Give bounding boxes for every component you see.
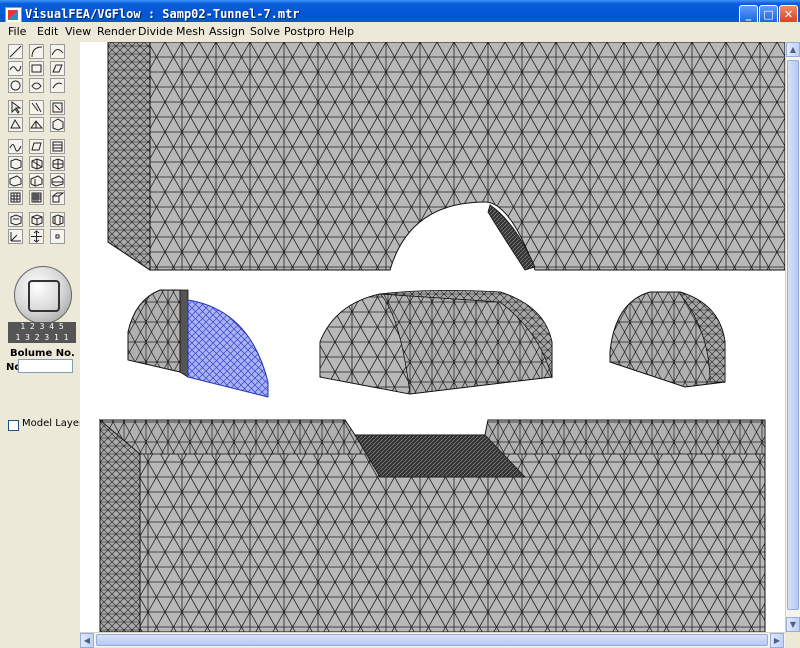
menu-render[interactable]: Render [97,25,136,38]
ruler-scale-bottom: 1 3 2 3 1 1 [8,333,76,343]
arc-icon[interactable] [29,44,44,59]
grid-dense-icon[interactable] [29,190,44,205]
view-cube-icon [28,280,60,312]
spline-icon[interactable] [8,61,23,76]
cube-grid-icon[interactable] [50,156,65,171]
menu-postpro[interactable]: Postpro [284,25,325,38]
volume-number-input[interactable] [18,359,73,373]
scroll-left-icon[interactable]: ◀ [80,633,94,648]
mesh-solid-icon[interactable] [29,212,44,227]
axis-icon[interactable] [8,229,23,244]
select-edge-icon[interactable] [29,100,44,115]
app-window: VisualFEA/VGFlow : Samp02-Tunnel-7.mtr _… [0,0,800,648]
volume-number-label: Bolume No. [10,348,75,359]
lower-block-mesh[interactable] [98,418,766,632]
menu-help[interactable]: Help [329,25,354,38]
select-face-icon[interactable] [50,100,65,115]
menu-edit[interactable]: Edit [37,25,58,38]
menu-file[interactable]: File [8,25,26,38]
point-icon[interactable] [50,229,65,244]
rotation-dial[interactable] [14,266,72,324]
scroll-right-icon[interactable]: ▶ [770,633,784,648]
menu-mesh[interactable]: Mesh [176,25,205,38]
menu-assign[interactable]: Assign [209,25,245,38]
curve-icon[interactable] [50,44,65,59]
torus-icon[interactable] [29,78,44,93]
mesh-scene [98,42,785,632]
shell-icon[interactable] [29,139,44,154]
tool-palette: 1 2 3 4 5 1 3 2 3 1 1 Bolume No. No Mode… [4,42,83,632]
path-icon[interactable] [8,139,23,154]
tunnel-core-volume[interactable] [319,290,553,395]
right-half-volume[interactable] [609,291,726,388]
model-layer-label: Model Layer [22,418,84,429]
select-arrow-icon[interactable] [8,100,23,115]
horizontal-scrollbar[interactable]: ◀ ▶ [80,632,785,648]
pick-face-icon[interactable] [29,117,44,132]
surface-icon[interactable] [50,61,65,76]
upper-block-mesh[interactable] [107,42,785,271]
box-icon[interactable] [8,173,23,188]
move-icon[interactable] [29,229,44,244]
box-mesh-icon[interactable] [29,173,44,188]
menu-solve[interactable]: Solve [250,25,280,38]
line-icon[interactable] [8,44,23,59]
sweep-icon[interactable] [50,78,65,93]
window-title: VisualFEA/VGFlow : Samp02-Tunnel-7.mtr [25,7,300,21]
vertical-scroll-thumb[interactable] [787,60,799,610]
vertical-scrollbar[interactable]: ▲ ▼ [785,42,800,632]
scroll-up-icon[interactable]: ▲ [786,42,800,57]
box-grid-icon[interactable] [50,173,65,188]
pick-node-icon[interactable] [8,117,23,132]
grid-icon[interactable] [8,190,23,205]
cube-solid-icon[interactable] [8,156,23,171]
mesh-block-icon[interactable] [8,212,23,227]
pick-volume-icon[interactable] [50,117,65,132]
size-grip [785,632,800,647]
cube-mesh-icon[interactable] [29,156,44,171]
face-icon[interactable] [50,190,65,205]
menu-divide[interactable]: Divide [138,25,173,38]
menu-view[interactable]: View [65,25,91,38]
table-icon[interactable] [50,139,65,154]
scroll-down-icon[interactable]: ▼ [786,617,800,632]
model-layer-checkbox[interactable] [8,420,19,431]
circle-icon[interactable] [8,78,23,93]
menu-bar: File Edit View Render Divide Mesh Assign… [0,22,800,42]
left-quarter-volumes[interactable] [127,289,269,398]
rectangle-icon[interactable] [29,61,44,76]
mesh-dense-icon[interactable] [50,212,65,227]
horizontal-scroll-thumb[interactable] [96,634,768,646]
3d-viewport[interactable] [80,42,785,632]
